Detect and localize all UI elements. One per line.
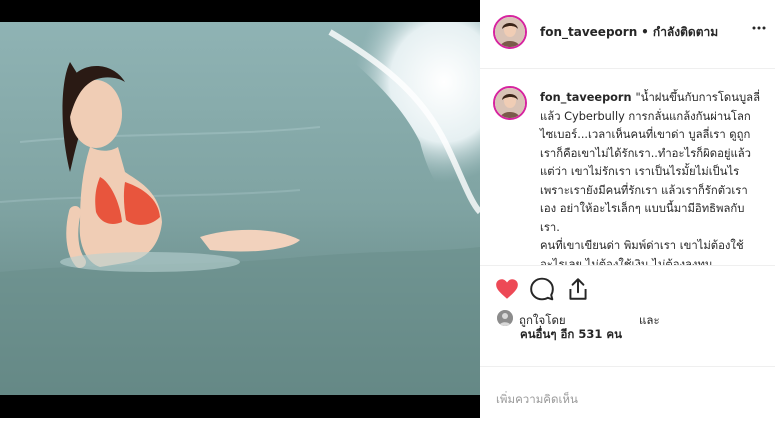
actions-section: ถูกใจโดย และ คนอื่นๆ อีก 531 คน xyxy=(480,266,775,367)
and-label: และ xyxy=(639,313,660,327)
liker-avatar[interactable] xyxy=(497,310,513,326)
comment-input[interactable] xyxy=(496,389,756,409)
caption-text: "น้ำฝนขึ้นกับการโดนบูลลี่แล้ว Cyberbully… xyxy=(540,91,761,266)
avatar-image xyxy=(495,17,525,47)
liker-avatar-image xyxy=(497,310,513,326)
post-photo[interactable] xyxy=(0,22,480,395)
heart-filled-icon xyxy=(496,279,518,299)
post-sidebar: fon_taveeporn • กำลังติดตาม fon_taveepor… xyxy=(480,0,775,433)
caption-avatar[interactable] xyxy=(493,86,527,120)
caption-section: fon_taveeporn "น้ำฝนขึ้นกับการโดนบูลลี่แล… xyxy=(480,69,775,266)
header-text: fon_taveeporn • กำลังติดตาม xyxy=(540,23,718,42)
more-options-icon[interactable] xyxy=(751,20,767,40)
instagram-post: fon_taveeporn • กำลังติดตาม fon_taveepor… xyxy=(0,0,775,433)
share-button[interactable] xyxy=(565,276,591,302)
caption-username[interactable]: fon_taveeporn xyxy=(540,91,632,104)
more-horizontal-icon xyxy=(752,26,766,30)
post-header: fon_taveeporn • กำลังติดตาม xyxy=(480,0,775,69)
caption-text-block: fon_taveeporn "น้ำฝนขึ้นกับการโดนบูลลี่แล… xyxy=(540,89,762,266)
avatar[interactable] xyxy=(493,15,527,49)
comment-icon xyxy=(530,277,554,301)
avatar-image xyxy=(495,88,525,118)
username-link[interactable]: fon_taveeporn xyxy=(540,25,637,39)
share-icon xyxy=(569,278,587,300)
comment-button[interactable] xyxy=(529,276,555,302)
comment-section xyxy=(480,367,775,433)
photo-pane xyxy=(0,0,480,418)
other-likers-link[interactable]: คนอื่นๆ อีก 531 คน xyxy=(520,326,622,344)
following-status[interactable]: • กำลังติดตาม xyxy=(641,25,718,39)
beach-photo-image xyxy=(0,22,480,395)
like-button[interactable] xyxy=(494,276,520,302)
